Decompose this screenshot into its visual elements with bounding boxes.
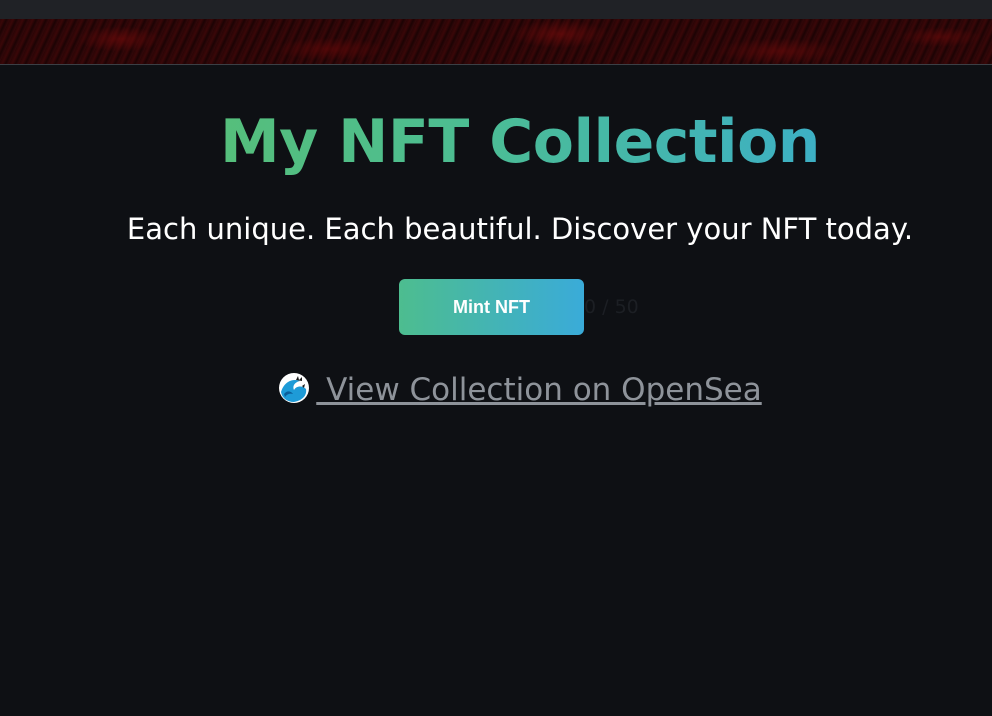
- wave-icon: [278, 372, 310, 415]
- page-subtitle: Each unique. Each beautiful. Discover yo…: [126, 212, 914, 246]
- mint-nft-button[interactable]: Mint NFT: [399, 279, 584, 335]
- opensea-collection-link[interactable]: View Collection on OpenSea: [40, 369, 992, 415]
- main-content: My NFT Collection Each unique. Each beau…: [0, 65, 992, 716]
- browser-top-bar: [0, 0, 992, 19]
- header-banner-image: [0, 19, 992, 65]
- mint-count: 0 / 50: [584, 296, 639, 318]
- page-title: My NFT Collection: [40, 107, 992, 177]
- opensea-link-label: View Collection on OpenSea: [316, 372, 762, 408]
